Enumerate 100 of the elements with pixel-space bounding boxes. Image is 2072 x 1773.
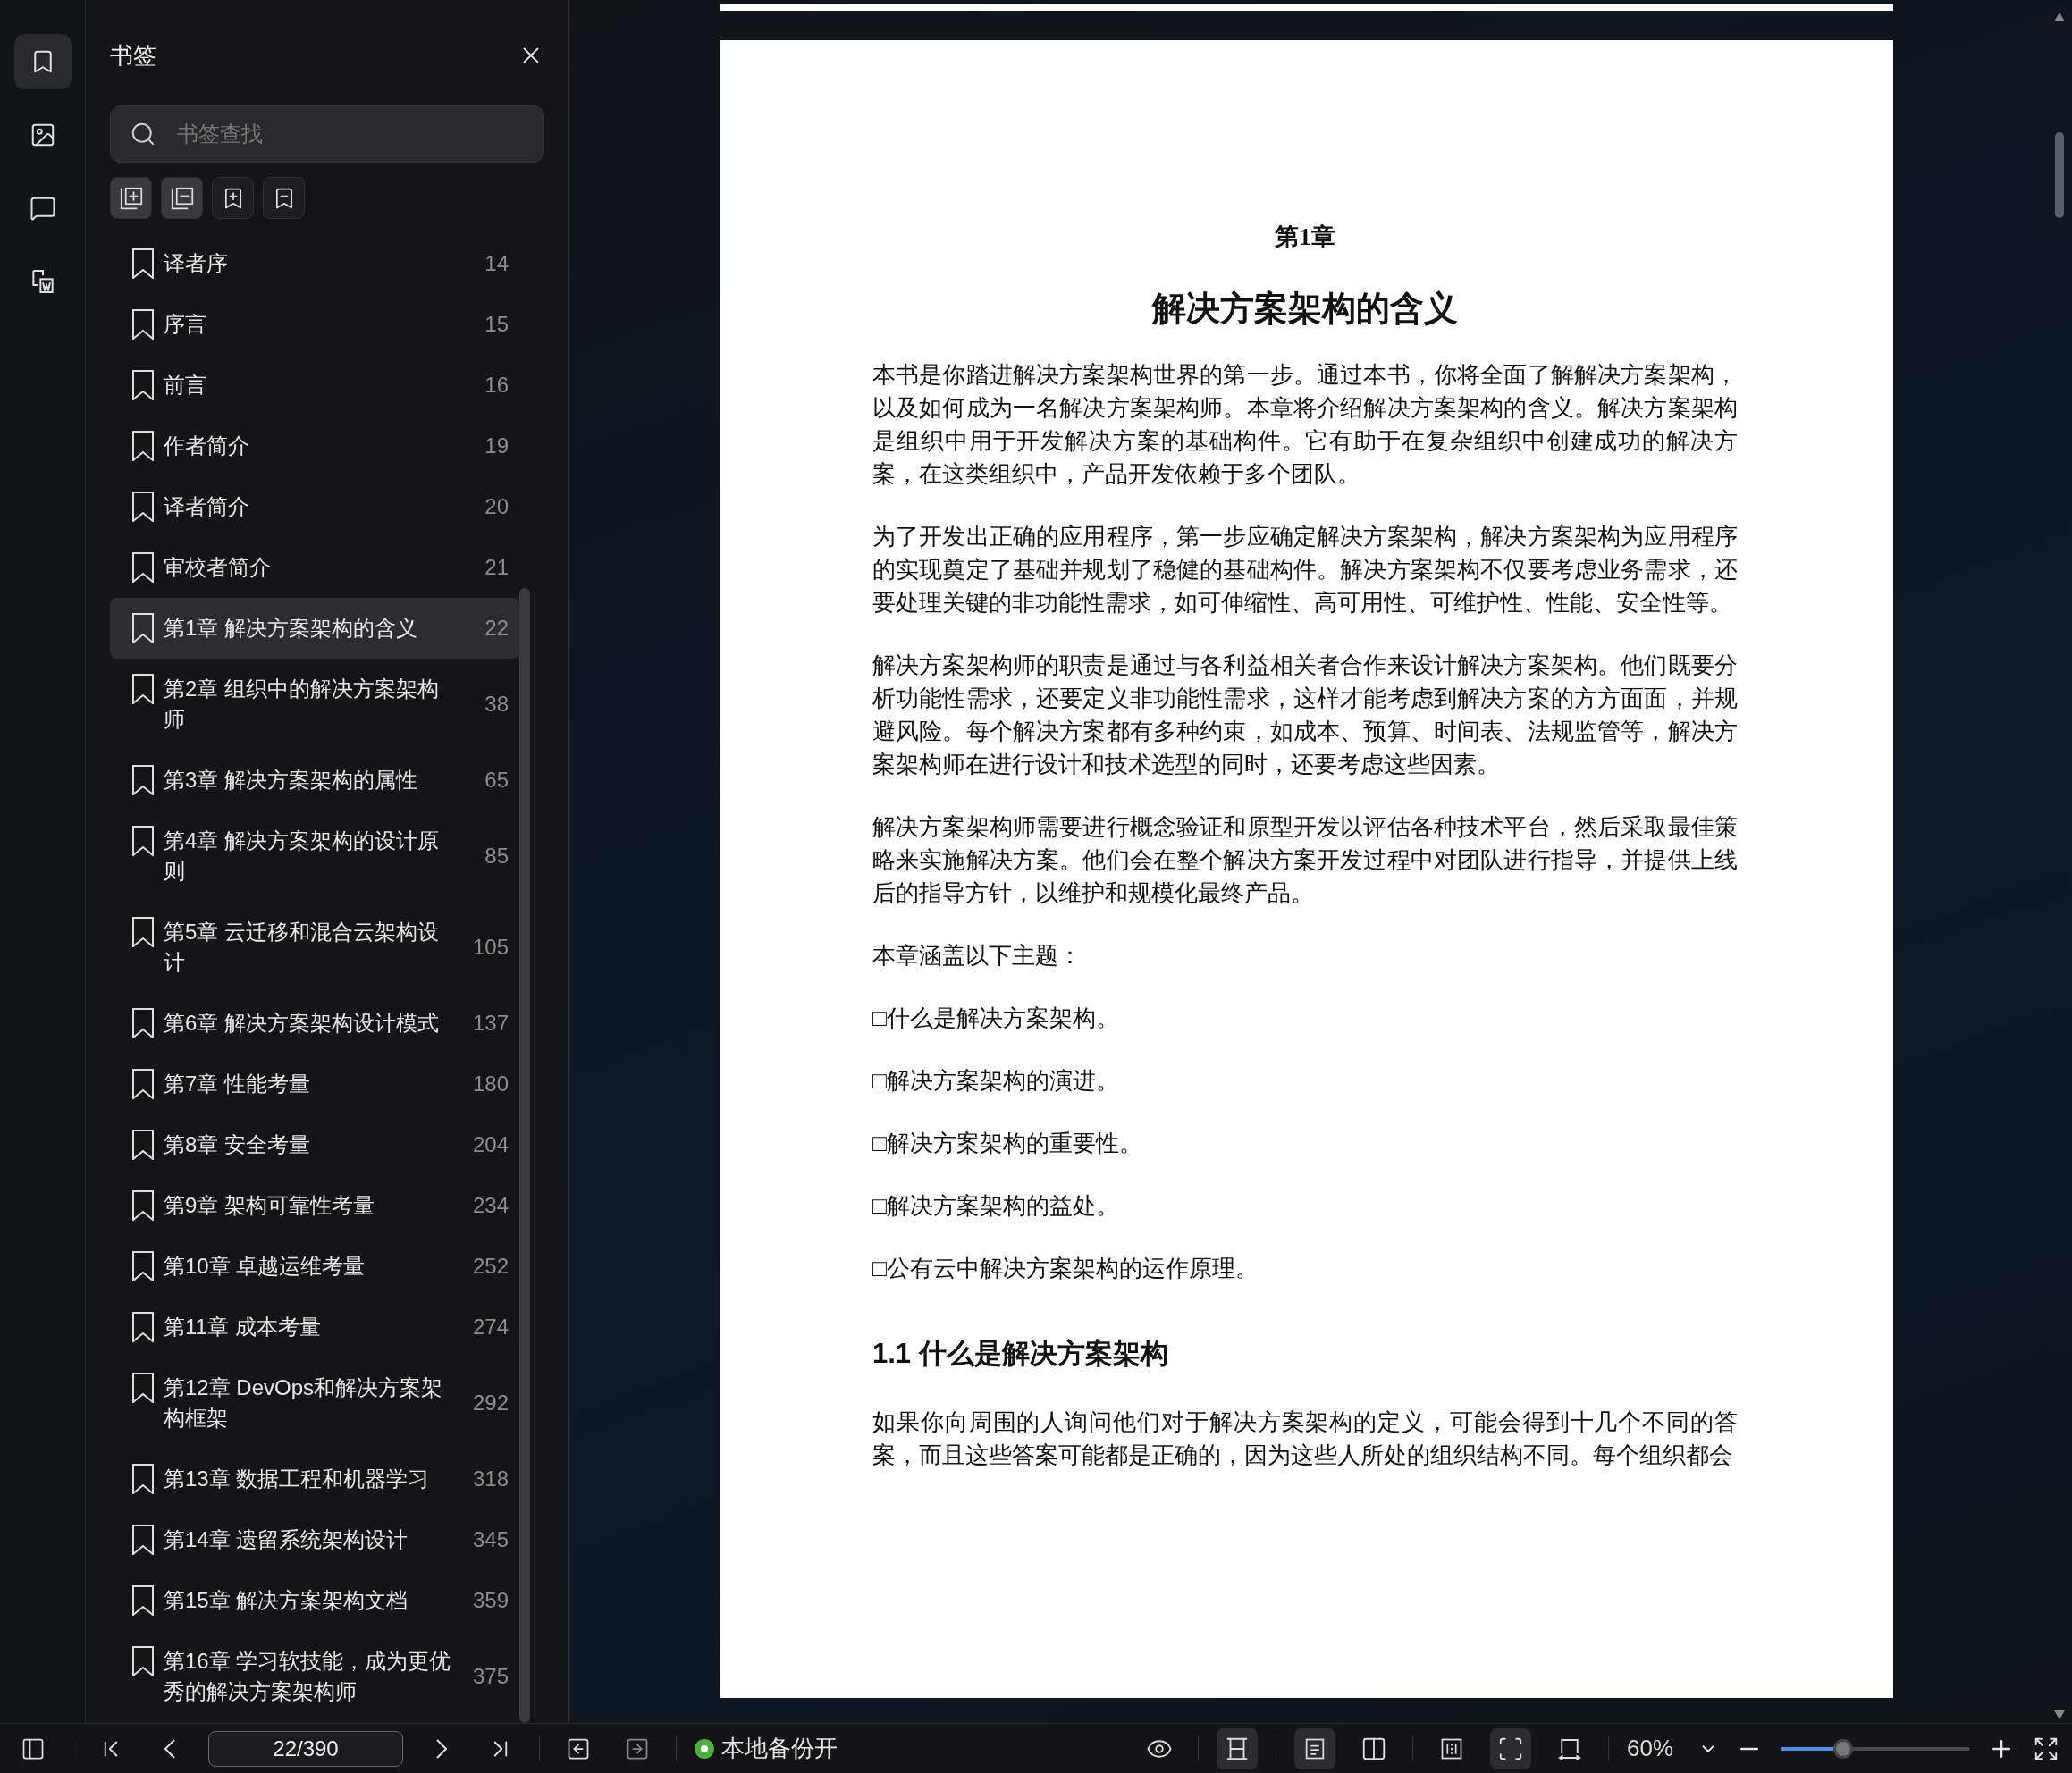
bookmark-icon — [131, 674, 155, 704]
bookmark-label: 第14章 遗留系统架构设计 — [164, 1526, 409, 1553]
paragraph: 解决方案架构师需要进行概念验证和原型开发以评估各种技术平台，然后采取最佳策略来实施解决方案。他们会在整个解决方案开发过程中对团队进行指导，并提供上线后的指导方针，以维护和规模化最终产品。 — [872, 812, 1738, 908]
toolbar-button[interactable] — [110, 177, 152, 219]
page-number: 318 — [471, 1466, 509, 1492]
topic-item: □解决方案架构的重要性。 — [872, 1129, 1143, 1158]
page-number: 14 — [484, 250, 509, 277]
bookmark-label: 第15章 解决方案架构文档 — [164, 1587, 409, 1614]
bookmark-item[interactable]: 第12章 DevOps和解决方案架构框架 292 — [110, 1357, 519, 1449]
bookmark-icon — [131, 917, 155, 947]
bookmark-item[interactable]: 第15章 解决方案架构文档 359 — [110, 1570, 519, 1631]
bookmark-icon — [131, 1130, 155, 1160]
page-number: 292 — [471, 1390, 509, 1416]
bookmark-label: 审校者简介 — [164, 554, 272, 581]
panel-title: 书签 — [110, 40, 156, 71]
bookmark-item[interactable]: 前言 16 — [110, 355, 519, 416]
bookmark-icon — [131, 1008, 155, 1038]
bookmark-item[interactable]: 作者简介 19 — [110, 416, 519, 476]
bookmark-item[interactable]: 第5章 云迁移和混合云架构设计 105 — [110, 902, 519, 993]
chevron-left-icon — [164, 1738, 175, 1759]
bookmark-item[interactable]: 第7章 性能考量 180 — [110, 1054, 519, 1114]
section-heading: 1.1 什么是解决方案架构 — [872, 1337, 1169, 1371]
page-number: 19 — [484, 433, 509, 459]
page-number-field[interactable]: 22/390 — [208, 1730, 403, 1767]
topics-intro: 本章涵盖以下主题： — [872, 941, 1082, 971]
bookmark-item[interactable]: 审校者简介 21 — [110, 537, 519, 598]
bookmark-label: 第11章 成本考量 — [164, 1314, 322, 1340]
zoom-value[interactable]: 60% — [1627, 1735, 1680, 1762]
layout-button[interactable] — [1490, 1727, 1531, 1769]
bookmark-label: 第13章 数据工程和机器学习 — [164, 1466, 431, 1492]
bookmark-label: 第7章 性能考量 — [164, 1071, 311, 1097]
bookmark-icon — [131, 309, 155, 340]
page-number: 137 — [471, 1010, 509, 1037]
bookmark-icon — [131, 1312, 155, 1342]
bookmark-label: 序言 — [164, 311, 207, 338]
comment-icon — [29, 195, 56, 222]
paragraph: 解决方案架构师的职责是通过与各利益相关者合作来设计解决方案架构。他们既要分析功能性需求，还要定义非功能性需求，这样才能考虑到解决方案的方方面面，并规避风险。每个解决方案都有多种约束，如成本、预算、时间表、法规监管等，解决方案架构师在进行设计和技术选型的同时，还要考虑这些因素。 — [872, 651, 1738, 779]
bookmark-item[interactable]: 第3章 解决方案架构的属性 65 — [110, 750, 519, 811]
bookmark-icon — [131, 613, 155, 643]
page-number: 15 — [484, 311, 509, 338]
bookmark-item[interactable]: 第6章 解决方案架构设计模式 137 — [110, 993, 519, 1054]
page-number: 375 — [471, 1663, 509, 1690]
bookmark-label: 译者简介 — [164, 493, 250, 520]
bookmark-item[interactable]: 第1章 解决方案架构的含义 22 — [110, 598, 519, 659]
bookmark-label: 第8章 安全考量 — [164, 1131, 311, 1158]
page-number: 65 — [484, 767, 509, 794]
search-icon — [130, 121, 156, 147]
page-number: 359 — [471, 1587, 509, 1614]
page-number: 20 — [484, 493, 509, 520]
bookmark-item[interactable]: 第11章 成本考量 274 — [110, 1297, 519, 1357]
layout-button[interactable] — [1294, 1727, 1335, 1769]
bookmark-icon — [131, 1190, 155, 1221]
layout-button[interactable] — [1217, 1727, 1258, 1769]
bookmark-item[interactable]: 第10章 卓越运维考量 252 — [110, 1236, 519, 1297]
topic-item: □解决方案架构的益处。 — [872, 1191, 1120, 1221]
topic-item: □什么是解决方案架构。 — [872, 1004, 1120, 1033]
page-number: 345 — [471, 1526, 509, 1553]
paragraph: 为了开发出正确的应用程序，第一步应确定解决方案架构，解决方案架构为应用程序的实现奠定了基础并规划了稳健的基础构件。解决方案架构不仅要考虑业务需求，还要处理关键的非功能性需求，如可伸缩性、高可用性、可维护性、性能、安全性等。 — [872, 522, 1738, 618]
bookmark-item[interactable]: 第14章 遗留系统架构设计 345 — [110, 1509, 519, 1570]
bookmark-item[interactable]: 第9章 架构可靠性考量 234 — [110, 1175, 519, 1236]
bookmark-item[interactable]: 第16章 学习软技能，成为更优秀的解决方案架构师 375 — [110, 1631, 519, 1722]
page-number: 180 — [471, 1071, 509, 1097]
topic-item: □公有云中解决方案架构的运作原理。 — [872, 1254, 1259, 1283]
toolbar-button[interactable] — [161, 177, 203, 219]
paragraph: 本书是你踏进解决方案架构世界的第一步。通过本书，你将全面了解解决方案架构，以及如何成为一名解决方案架构师。本章将介绍解决方案架构的含义。解决方案架构是组织中用于开发解决方案的基础构件。它有助于在复杂组织中创建成功的解决方案，在这类组织中，产品开发依赖于多个团队。 — [872, 360, 1738, 489]
toolbar-button[interactable] — [212, 177, 254, 219]
bookmark-label: 第9章 架构可靠性考量 — [164, 1192, 375, 1219]
bookmark-item[interactable]: 译者序 14 — [110, 233, 519, 294]
bookmark-item[interactable]: 译者简介 20 — [110, 476, 519, 537]
bookmark-item[interactable]: 第2章 组织中的解决方案架构师 38 — [110, 659, 519, 750]
slider-thumb[interactable] — [1832, 1738, 1853, 1759]
page-number: 204 — [471, 1131, 509, 1158]
bookmark-icon — [131, 1069, 155, 1099]
bookmark-icon — [131, 552, 155, 583]
page-number: 38 — [484, 691, 509, 718]
bookmark-icon — [131, 765, 155, 795]
bookmark-item[interactable]: 第13章 数据工程和机器学习 318 — [110, 1449, 519, 1509]
chevron-right-icon — [436, 1738, 447, 1759]
bookmark-item[interactable]: 第4章 解决方案架构的设计原则 85 — [110, 811, 519, 902]
page-number: 274 — [471, 1314, 509, 1340]
toolbar-button[interactable] — [263, 177, 305, 219]
scrollbar-thumb[interactable] — [2055, 132, 2064, 218]
page-number: 105 — [471, 934, 509, 961]
bookmark-label: 作者简介 — [164, 433, 250, 459]
search-field[interactable]: 书签查找 — [110, 105, 544, 163]
backup-toggle[interactable]: 本地备份开 — [695, 1733, 838, 1764]
scroll-up-icon[interactable] — [2054, 13, 2065, 21]
chapter-label: 第1章 — [1274, 223, 1336, 252]
chapter-title: 解决方案架构的含义 — [1150, 289, 1459, 329]
page-number: 21 — [484, 554, 509, 581]
bookmark-icon — [131, 1373, 155, 1403]
bookmark-item[interactable]: 第8章 安全考量 204 — [110, 1114, 519, 1175]
bookmark-label: 译者序 — [164, 250, 229, 277]
sidebar-tab[interactable] — [13, 34, 72, 89]
bookmark-label: 第16章 学习软技能，成为更优秀的解决方案架构师 — [164, 1648, 451, 1705]
zoom-slider[interactable] — [1781, 1738, 1970, 1759]
scrollbar-thumb[interactable] — [519, 588, 530, 1723]
bookmark-item[interactable]: 序言 15 — [110, 294, 519, 355]
bookmark-label: 第1章 解决方案架构的含义 — [164, 615, 418, 642]
bookmark-label: 第4章 解决方案架构的设计原则 — [164, 828, 440, 885]
